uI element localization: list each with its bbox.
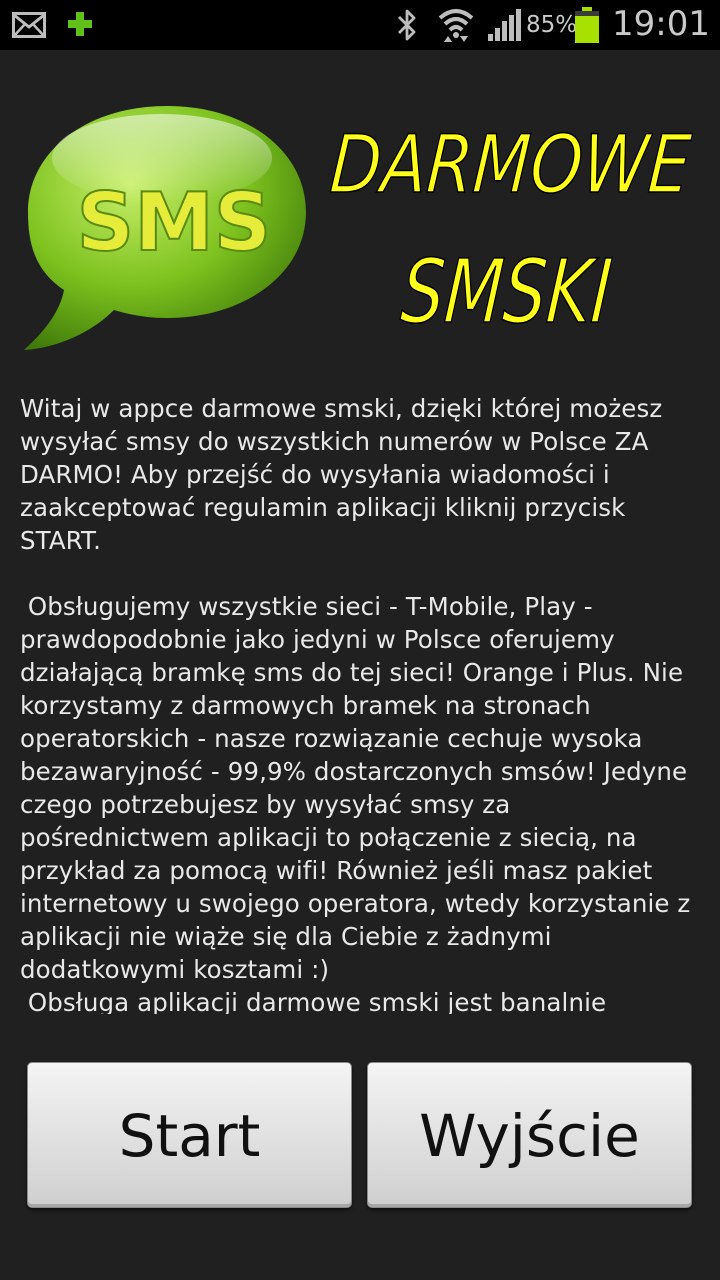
wifi-icon xyxy=(438,9,474,42)
description-paragraph-1: Witaj w appce darmowe smski, dzięki któr… xyxy=(20,394,671,555)
title-wordmark: DARMOWE SMSKI xyxy=(326,117,694,343)
status-bar: 85% 19:01 xyxy=(0,0,720,50)
mail-icon xyxy=(12,12,46,38)
signal-icon xyxy=(488,9,521,41)
description-paragraph-2: Obsługujemy wszystkie sieci - T-Mobile, … xyxy=(20,592,699,984)
bluetooth-icon xyxy=(398,9,416,41)
exit-button[interactable]: Wyjście xyxy=(367,1062,692,1208)
plus-icon xyxy=(68,12,92,36)
app-screen: 85% 19:01 SMS DARMOWE SMSKI Witaj w appc… xyxy=(0,0,720,1280)
title-line-1: DARMOWE xyxy=(327,118,694,211)
sms-bubble-logo: SMS xyxy=(24,106,306,350)
clock: 19:01 xyxy=(612,4,710,44)
title-line-2: SMSKI xyxy=(398,240,615,343)
start-button[interactable]: Start xyxy=(27,1062,352,1208)
description-text: Witaj w appce darmowe smski, dzięki któr… xyxy=(20,392,704,1014)
battery-icon xyxy=(575,7,599,43)
description-paragraph-3: Obsługa aplikacji darmowe smski jest ban… xyxy=(20,988,607,1014)
sms-badge-text: SMS xyxy=(77,176,272,269)
battery-percent: 85% xyxy=(526,12,578,38)
